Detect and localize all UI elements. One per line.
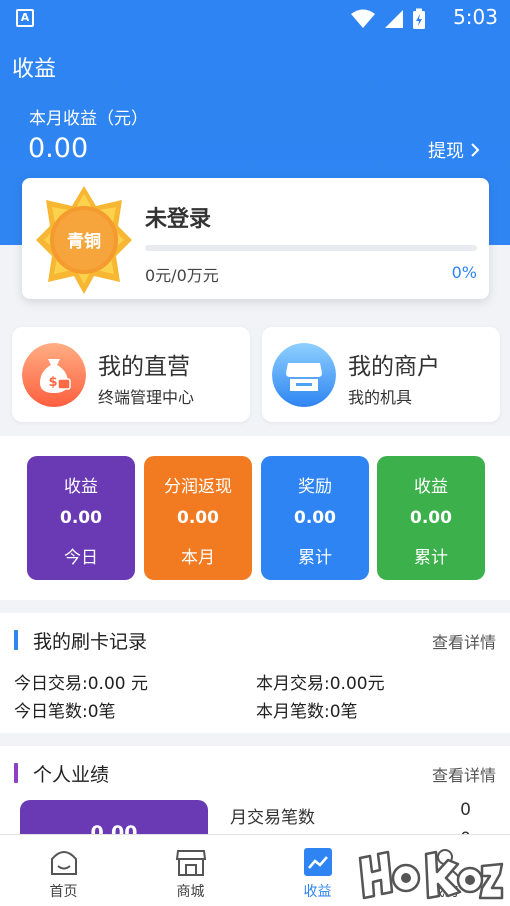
status-bar: A 5:03 (0, 0, 510, 36)
section-title: 我的刷卡记录 (33, 631, 148, 653)
store-icon (272, 343, 336, 407)
page-title: 收益 (12, 57, 57, 82)
stat-value: 0.00 (60, 508, 102, 528)
home-icon (51, 851, 77, 875)
view-details-link[interactable]: 查看详情 (432, 629, 496, 653)
section-accent-bar (14, 763, 18, 783)
feature-title: 我的商户 (348, 354, 440, 380)
feature-subtitle: 终端管理中心 (98, 388, 195, 407)
stat-value: 0.00 (410, 508, 452, 528)
tab-home[interactable]: 首页 (0, 835, 127, 906)
signal-icon (385, 10, 403, 28)
medal-label: 青铜 (67, 232, 101, 252)
withdraw-button[interactable]: 提现 (428, 137, 480, 163)
chevron-right-icon (471, 143, 480, 157)
today-count: 今日笔数:0笔 (14, 702, 116, 722)
money-bag-icon: $ (22, 343, 86, 407)
stat-period: 本月 (181, 548, 215, 568)
watermark-logo (358, 850, 504, 900)
login-status: 未登录 (145, 207, 212, 232)
shop-icon (175, 850, 207, 876)
month-count: 本月笔数:0笔 (256, 702, 358, 722)
view-details-link[interactable]: 查看详情 (432, 762, 496, 786)
feature-subtitle: 我的机具 (348, 388, 413, 407)
stat-period: 累计 (414, 548, 448, 568)
app-notification-icon: A (16, 9, 34, 27)
stat-box[interactable]: 收益 0.00 今日 (27, 456, 135, 580)
stat-period: 累计 (298, 548, 332, 568)
stat-title: 奖励 (298, 477, 332, 497)
svg-text:$: $ (48, 375, 57, 390)
monthly-trade-count-label: 月交易笔数 (230, 808, 315, 828)
month-trade: 本月交易:0.00元 (256, 674, 385, 694)
status-time: 5:03 (453, 5, 498, 29)
progress-percent: 0% (451, 263, 477, 282)
stat-box[interactable]: 分润返现 0.00 本月 (144, 456, 252, 580)
today-trade: 今日交易:0.00 元 (14, 674, 148, 694)
monthly-trade-count-value: 0 (460, 800, 471, 820)
tab-label: 商城 (176, 884, 205, 900)
feature-title: 我的直营 (98, 354, 190, 380)
month-earnings-value: 0.00 (28, 133, 89, 164)
card-records-header: 我的刷卡记录 查看详情 (0, 625, 510, 655)
stat-title: 收益 (64, 477, 98, 497)
performance-header: 个人业绩 查看详情 (0, 758, 510, 788)
status-icons (350, 8, 426, 30)
stat-box[interactable]: 奖励 0.00 累计 (261, 456, 369, 580)
withdraw-label: 提现 (428, 141, 464, 162)
level-card: 青铜 未登录 0元/0万元 0% (22, 178, 489, 299)
stat-period: 今日 (64, 548, 98, 568)
stat-value: 0.00 (294, 508, 336, 528)
section-accent-bar (14, 630, 18, 650)
tab-shop[interactable]: 商城 (127, 835, 254, 906)
earnings-chart-icon (304, 848, 332, 876)
tab-label: 首页 (49, 884, 78, 900)
wifi-icon (351, 9, 375, 28)
section-title: 个人业绩 (33, 764, 110, 786)
stat-box[interactable]: 收益 0.00 累计 (377, 456, 485, 580)
month-earnings-label: 本月收益（元） (29, 109, 148, 129)
stat-value: 0.00 (177, 508, 219, 528)
my-direct-card[interactable]: $ 我的直营 终端管理中心 (12, 327, 250, 422)
progress-amount: 0元/0万元 (145, 266, 219, 285)
stat-title: 收益 (414, 477, 448, 497)
level-progress-bar (145, 245, 477, 251)
stat-title: 分润返现 (164, 477, 232, 497)
my-merchants-card[interactable]: 我的商户 我的机具 (262, 327, 500, 422)
battery-icon (413, 8, 425, 29)
